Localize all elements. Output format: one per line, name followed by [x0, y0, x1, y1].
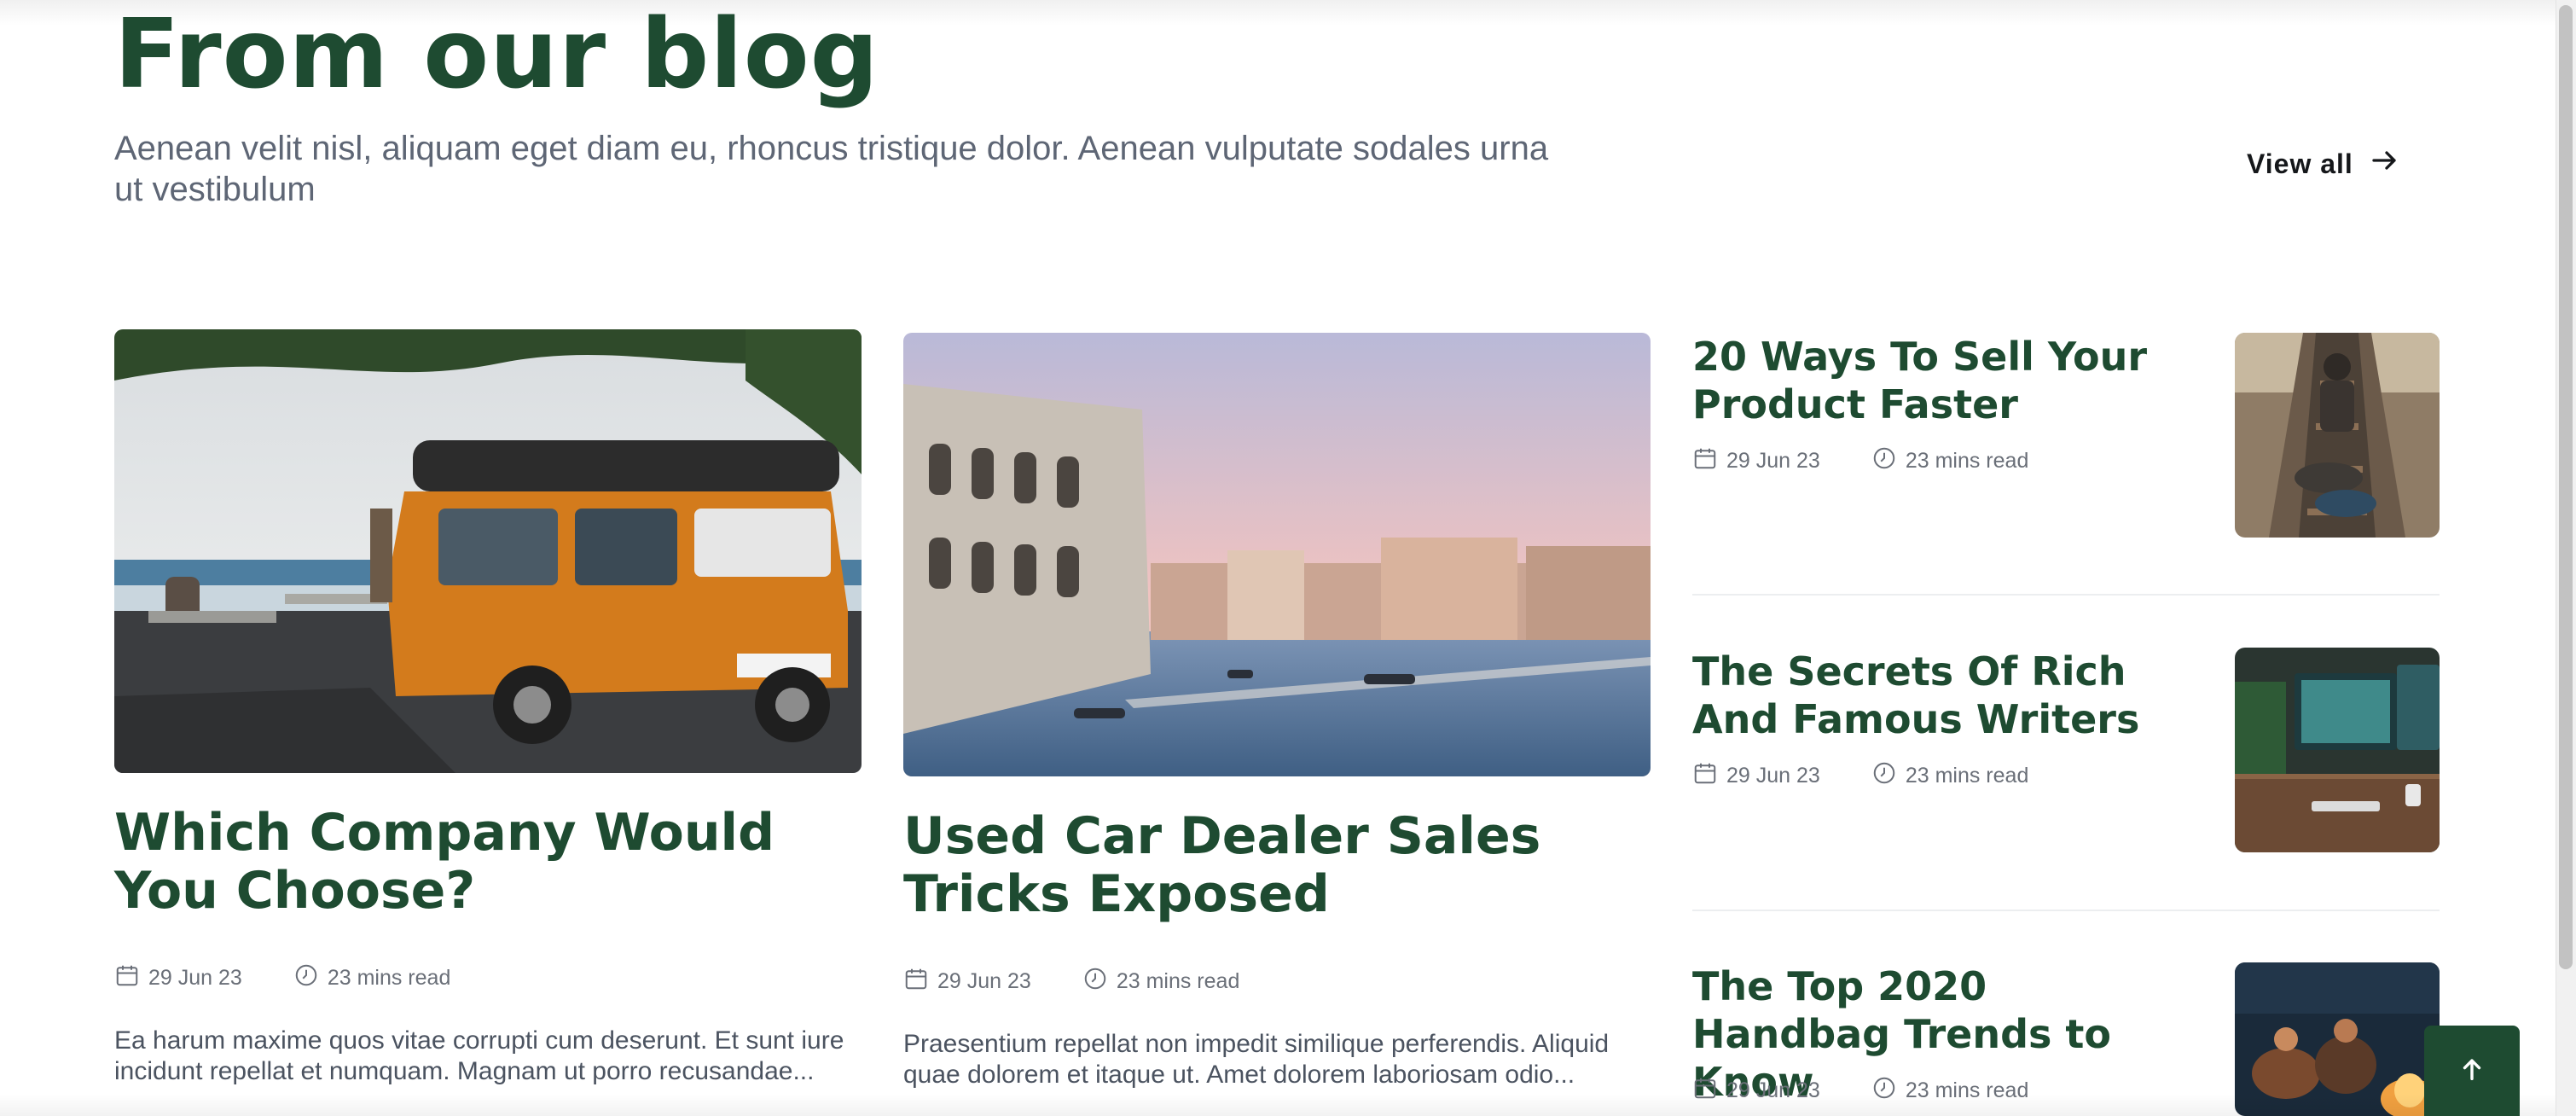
vertical-scrollbar[interactable]	[2556, 0, 2576, 1116]
post-image-venice-canal[interactable]	[903, 333, 1651, 776]
side-post-item[interactable]: 20 Ways To Sell Your Product Faster 29 J…	[1692, 333, 2440, 546]
footer-shadow	[0, 1094, 2556, 1116]
side-post-title[interactable]: 20 Ways To Sell Your Product Faster	[1692, 333, 2187, 428]
post-date: 29 Jun 23	[1692, 760, 1820, 792]
post-read-time-text: 23 mins read	[1905, 764, 2029, 788]
post-date: 29 Jun 23	[114, 962, 242, 994]
post-read-time: 23 mins read	[1871, 445, 2029, 477]
clock-icon	[293, 962, 319, 994]
side-post-thumbnail[interactable]	[2235, 962, 2440, 1116]
post-excerpt: Praesentium repellat non impedit similiq…	[903, 1030, 1610, 1089]
post-date-text: 29 Jun 23	[148, 966, 242, 990]
arrow-up-icon	[2457, 1055, 2486, 1088]
side-post-title[interactable]: The Secrets Of Rich And Famous Writers	[1692, 648, 2187, 743]
calendar-icon	[903, 966, 929, 997]
post-date-text: 29 Jun 23	[1726, 449, 1820, 473]
calendar-icon	[114, 962, 140, 994]
side-post-item[interactable]: The Top 2020 Handbag Trends to Know 29 J…	[1692, 962, 2440, 1116]
post-title[interactable]: Used Car Dealer Sales Tricks Exposed	[903, 807, 1637, 923]
scrollbar-thumb[interactable]	[2559, 5, 2573, 969]
post-date-text: 29 Jun 23	[1726, 764, 1820, 788]
post-date: 29 Jun 23	[903, 966, 1031, 997]
blog-section: From our blog Aenean velit nisl, aliquam…	[0, 0, 2576, 1116]
side-post-thumbnail[interactable]	[2235, 333, 2440, 538]
side-post-divider	[1692, 910, 2440, 911]
side-post-thumbnail[interactable]	[2235, 648, 2440, 852]
post-read-time: 23 mins read	[1082, 966, 1240, 997]
post-read-time: 23 mins read	[1871, 760, 2029, 792]
section-title: From our blog	[114, 0, 879, 110]
calendar-icon	[1692, 760, 1718, 792]
side-post-item[interactable]: The Secrets Of Rich And Famous Writers 2…	[1692, 648, 2440, 861]
featured-post-card[interactable]: Which Company Would You Choose? 29 Jun 2…	[114, 329, 862, 1116]
calendar-icon	[1692, 445, 1718, 477]
post-excerpt: Ea harum maxime quos vitae corrupti cum …	[114, 1026, 844, 1085]
post-title[interactable]: Which Company Would You Choose?	[114, 804, 848, 920]
post-read-time: 23 mins read	[293, 962, 451, 994]
post-image-orange-van[interactable]	[114, 329, 862, 773]
view-all-label: View all	[2247, 148, 2353, 179]
post-read-time-text: 23 mins read	[1905, 449, 2029, 473]
post-read-time-text: 23 mins read	[1116, 969, 1240, 993]
clock-icon	[1082, 966, 1108, 997]
featured-post-card[interactable]: Used Car Dealer Sales Tricks Exposed 29 …	[903, 333, 1651, 1116]
view-all-link[interactable]: View all	[2247, 145, 2399, 183]
post-date-text: 29 Jun 23	[937, 969, 1031, 993]
back-to-top-button[interactable]	[2424, 1026, 2520, 1116]
arrow-right-icon	[2369, 145, 2399, 183]
post-read-time-text: 23 mins read	[327, 966, 451, 990]
section-subtitle: Aenean velit nisl, aliquam eget diam eu,…	[114, 130, 1549, 208]
clock-icon	[1871, 445, 1897, 477]
side-post-divider	[1692, 594, 2440, 596]
clock-icon	[1871, 760, 1897, 792]
post-date: 29 Jun 23	[1692, 445, 1820, 477]
